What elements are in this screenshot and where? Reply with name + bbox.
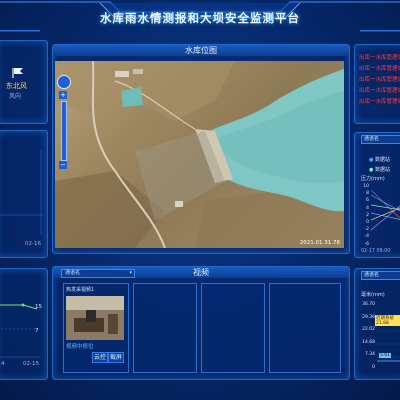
pressure-panel: 通道名 ● 数据站 ● 数据站 压力(mm) 10 8 6 4 2 0 -2 -… [354, 132, 400, 258]
legend-item-2: ● 数据站 [369, 166, 390, 173]
channel-select[interactable]: 通道名 ▾ [61, 269, 135, 278]
wind-flag-icon [12, 68, 23, 78]
water-ylabel: 毫米(mm) [361, 292, 385, 298]
ytick: -4 [364, 234, 370, 240]
video-panel: 视频 通道名 ▾ 热发采视频1 视频中修位 云控 截屏 [52, 266, 350, 380]
legend-dot-icon: ● [369, 167, 374, 173]
alert-item[interactable]: 出库一水库管理站监测 [359, 86, 400, 97]
left-bottom-value-2: 7 [35, 328, 39, 334]
weather-panel: 东北风 风向 [0, 40, 48, 124]
satellite-map[interactable]: + − 2021.01.31.76 [55, 61, 344, 248]
water-callout-1: 近期系统21.88 [375, 315, 400, 326]
video-slot-4[interactable] [269, 283, 341, 373]
video-slot-2[interactable] [133, 283, 197, 373]
water-select-value: 通道名 [364, 272, 380, 278]
ytick: 29.36 [362, 314, 375, 320]
ytick: 8 [366, 191, 369, 197]
chevron-down-icon: ▾ [129, 270, 132, 276]
left-bottom-chart [0, 303, 41, 358]
water-callout-2: 5.01 [379, 353, 392, 358]
water-yticks: 36.70 29.36 22.02 14.68 7.34 0 [359, 299, 375, 375]
water-level-chart [377, 318, 400, 362]
ytick: 0 [372, 364, 375, 370]
wind-label: 风向 [9, 93, 22, 100]
alert-item[interactable]: 出库一水库管理站监测 [359, 75, 400, 86]
page-title: 水库雨水情测报和大坝安全监测平台 [100, 11, 300, 25]
alert-item[interactable]: 出库一水库管理站监测 [359, 53, 400, 64]
ytick: -2 [364, 227, 370, 233]
zoom-in-button[interactable]: + [59, 91, 67, 99]
wind-direction: 东北风 [6, 82, 27, 90]
zoom-slider[interactable] [61, 101, 67, 161]
pressure-yticks: 10 8 6 4 2 0 -2 -4 -6 [359, 183, 369, 248]
left-trend-chart [0, 150, 43, 235]
cloud-control-button[interactable]: 云控 [92, 352, 108, 363]
ytick: 22.02 [362, 327, 375, 333]
pressure-select[interactable]: 通道名 [361, 135, 400, 144]
legend-label-2: 数据站 [374, 167, 390, 173]
ytick: 7.34 [364, 352, 375, 358]
pressure-select-value: 通道名 [364, 136, 380, 142]
screenshot-button[interactable]: 截屏 [108, 352, 124, 363]
camera-label: 热发采视频1 [66, 287, 95, 293]
ytick: 6 [366, 198, 369, 204]
pan-control[interactable] [57, 75, 71, 89]
video-slot-1[interactable]: 热发采视频1 视频中修位 云控 截屏 [63, 283, 129, 373]
left-trend-panel: 02-16 [0, 130, 48, 258]
map-timestamp: 2021.01.31.76 [299, 240, 340, 246]
ytick: 10 [363, 184, 369, 189]
map-imagery [55, 61, 344, 248]
left-bottom-panel: 15 7 4 02-15 [0, 268, 48, 380]
pressure-chart [371, 189, 400, 231]
left-bottom-xtick-2: 02-15 [23, 361, 39, 367]
camera-feed [66, 296, 124, 340]
video-slot-3[interactable] [201, 283, 265, 373]
alert-item[interactable]: 出库一水库管理站监测 [359, 64, 400, 75]
left-bottom-xtick-1: 4 [1, 361, 5, 367]
channel-select-value: 通道名 [65, 270, 81, 276]
legend-item-1: ● 数据站 [369, 156, 390, 163]
legend-label-1: 数据站 [374, 157, 390, 163]
alert-list: 出库一水库管理站监测 出库一水库管理站监测 出库一水库管理站监测 出库一水库管理… [359, 53, 400, 108]
legend-dot-icon: ● [369, 157, 374, 163]
left-bottom-value-1: 15 [35, 304, 42, 310]
ytick: 14.68 [362, 339, 375, 345]
zoom-out-button[interactable]: − [59, 161, 67, 169]
pressure-xtick: 02-17 09:00 [361, 249, 391, 254]
water-level-panel: 通道名 毫米(mm) 36.70 29.36 22.02 14.68 7.34 … [354, 268, 400, 380]
left-trend-xtick: 02-16 [25, 241, 41, 247]
map-panel-title: 水库位图 [53, 45, 349, 56]
ytick: 0 [366, 220, 369, 226]
camera-caption: 视频中修位 [66, 344, 94, 350]
ytick: -6 [364, 241, 370, 247]
ytick: 4 [366, 205, 369, 211]
ytick: 36.70 [362, 302, 375, 307]
alert-item[interactable]: 出库一水库管理站监测 [359, 97, 400, 108]
alerts-panel: 出库一水库管理站监测 出库一水库管理站监测 出库一水库管理站监测 出库一水库管理… [354, 44, 400, 124]
pressure-ylabel: 压力(mm) [361, 176, 385, 182]
ytick: 2 [366, 212, 369, 218]
water-select[interactable]: 通道名 [361, 271, 400, 280]
